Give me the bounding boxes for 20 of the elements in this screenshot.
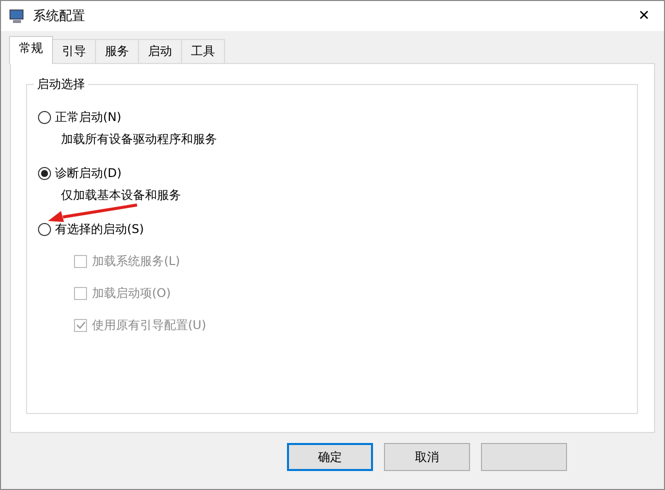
radio-button[interactable]	[38, 222, 51, 236]
dialog-button[interactable]: 取消	[384, 443, 470, 471]
option-description: 加载所有设备驱动程序和服务	[61, 132, 217, 146]
dialog-button[interactable]	[481, 443, 567, 471]
checkbox-label: 使用原有引导配置(U)	[92, 316, 206, 334]
computer-icon	[9, 8, 25, 24]
close-button[interactable]: ✕	[624, 8, 664, 24]
checkbox-label: 加载系统服务(L)	[92, 252, 180, 270]
group-title: 启动选择	[34, 76, 88, 93]
option-description: 仅加载基本设备和服务	[61, 188, 181, 202]
radio-label: 正常启动(N)	[55, 108, 122, 126]
dialog-button[interactable]: 确定	[287, 443, 373, 471]
radio-button[interactable]	[38, 166, 51, 180]
radio-label: 诊断启动(D)	[55, 164, 122, 182]
tab[interactable]: 常规	[9, 36, 53, 64]
tab[interactable]: 工具	[181, 39, 225, 63]
checkbox-label: 加载启动项(O)	[92, 284, 171, 302]
window-title: 系统配置	[33, 8, 86, 25]
radio-button[interactable]	[38, 110, 51, 124]
radio-label: 有选择的启动(S)	[55, 220, 144, 238]
